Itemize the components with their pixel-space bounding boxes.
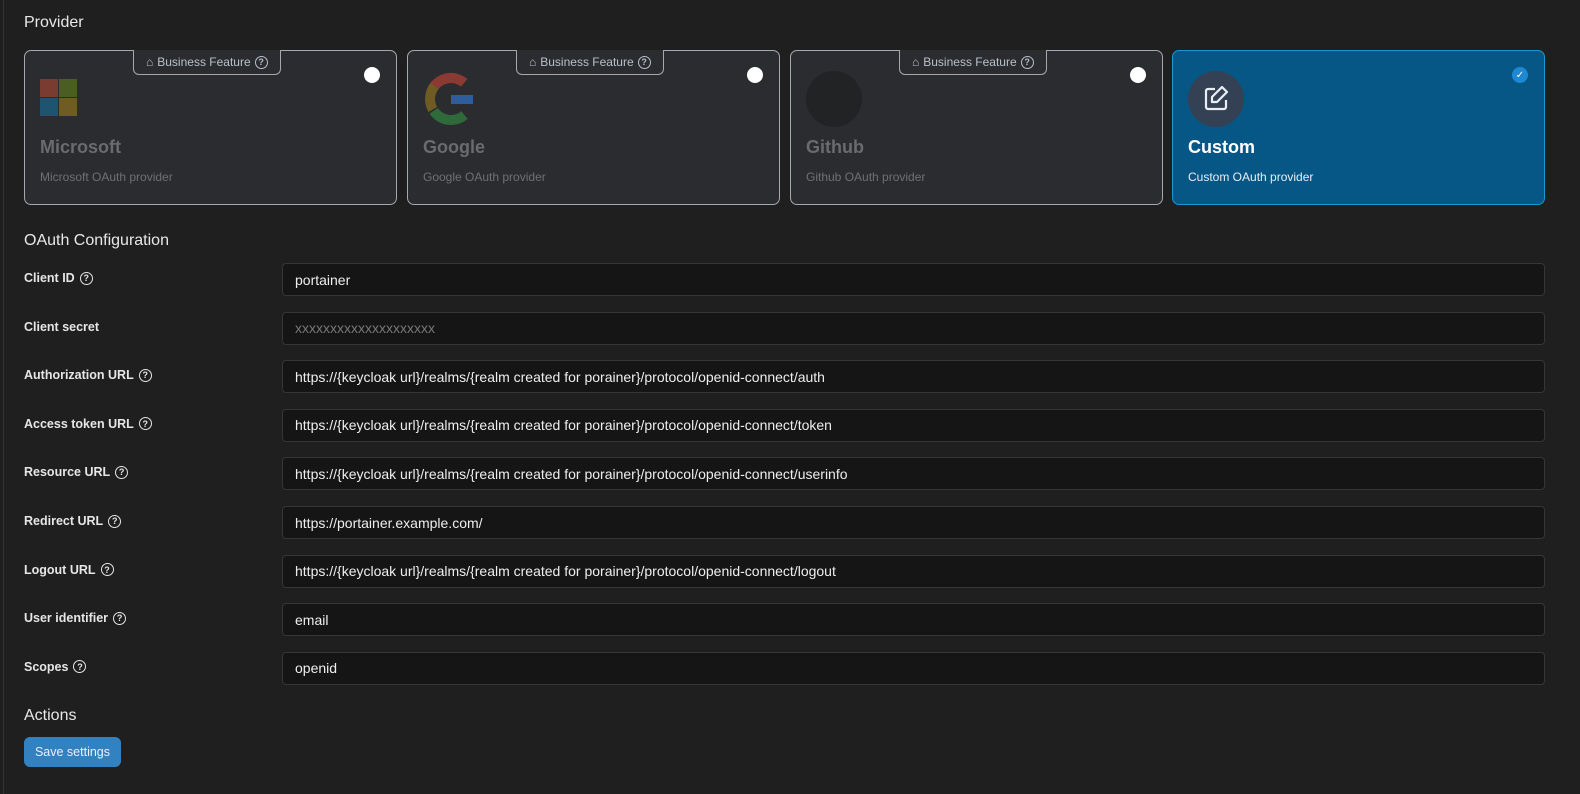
help-icon[interactable]: ?: [108, 514, 122, 528]
scopes-label: Scopes?: [24, 660, 87, 674]
edit-icon: [1188, 71, 1244, 127]
form-row: Client secret: [24, 311, 1545, 345]
business-feature-badge: ⌂ Business Feature?: [516, 50, 664, 75]
resource-url-input[interactable]: [282, 457, 1545, 491]
provider-card-microsoft[interactable]: ⌂ Business Feature? Microsoft Microsoft O…: [24, 50, 397, 205]
provider-card-github[interactable]: ⌂ Business Feature? Github Github OAuth p…: [790, 50, 1163, 205]
client-secret-input[interactable]: [282, 311, 1545, 345]
redirect-url-label: Redirect URL?: [24, 514, 122, 528]
form-row: Resource URL?: [24, 457, 1545, 491]
briefcase-icon: ⌂: [912, 55, 920, 69]
actions-heading: Actions: [24, 707, 77, 724]
card-description: Custom OAuth provider: [1188, 170, 1314, 184]
briefcase-icon: ⌂: [146, 55, 154, 69]
access-token-url-input[interactable]: [282, 408, 1545, 442]
card-title: Custom: [1188, 137, 1255, 157]
client-id-input[interactable]: [282, 263, 1545, 296]
checkmark-icon[interactable]: ✓: [1512, 67, 1528, 83]
redirect-url-input[interactable]: [282, 506, 1545, 539]
card-description: Microsoft OAuth provider: [40, 170, 173, 184]
help-icon[interactable]: ?: [254, 55, 268, 69]
card-title: Github: [806, 137, 864, 157]
github-logo-icon: [806, 71, 862, 127]
authorization-url-input[interactable]: [282, 360, 1545, 394]
form-row: User identifier?: [24, 603, 1545, 637]
card-description: Github OAuth provider: [806, 170, 926, 184]
provider-heading: Provider: [24, 14, 84, 31]
authorization-url-label: Authorization URL?: [24, 368, 152, 382]
scopes-input[interactable]: [282, 651, 1545, 685]
card-description: Google OAuth provider: [423, 170, 546, 184]
client-id-label: Client ID?: [24, 271, 93, 285]
form-row: Access token URL?: [24, 408, 1545, 442]
help-icon[interactable]: ?: [138, 417, 152, 431]
business-feature-badge: ⌂ Business Feature?: [133, 50, 281, 75]
form-row: Scopes?: [24, 651, 1545, 685]
provider-card-custom[interactable]: ✓ Custom Custom OAuth provider: [1172, 50, 1545, 205]
form-row: Authorization URL?: [24, 360, 1545, 394]
help-icon[interactable]: ?: [637, 55, 651, 69]
form-row: Client ID?: [24, 263, 1545, 296]
google-logo-icon: [425, 72, 478, 125]
business-feature-badge: ⌂ Business Feature?: [899, 50, 1047, 75]
microsoft-logo-icon: [40, 79, 77, 116]
radio-button[interactable]: [747, 67, 763, 83]
resource-url-label: Resource URL?: [24, 465, 129, 479]
help-icon[interactable]: ?: [138, 368, 152, 382]
provider-card-google[interactable]: ⌂ Business Feature? Google Google OAuth p…: [407, 50, 780, 205]
help-icon[interactable]: ?: [73, 660, 87, 674]
user-identifier-label: User identifier?: [24, 611, 127, 625]
help-icon[interactable]: ?: [100, 563, 114, 577]
help-icon[interactable]: ?: [79, 271, 93, 285]
radio-button[interactable]: [1130, 67, 1146, 83]
help-icon[interactable]: ?: [1020, 55, 1034, 69]
form-row: Redirect URL?: [24, 506, 1545, 539]
logout-url-input[interactable]: [282, 554, 1545, 588]
oauth-config-heading: OAuth Configuration: [24, 232, 169, 249]
help-icon[interactable]: ?: [113, 611, 127, 625]
access-token-url-label: Access token URL?: [24, 417, 152, 431]
left-border: [3, 0, 4, 794]
form-row: Logout URL?: [24, 554, 1545, 588]
client-secret-label: Client secret: [24, 319, 100, 334]
radio-button[interactable]: [364, 67, 380, 83]
card-title: Google: [423, 137, 485, 157]
user-identifier-input[interactable]: [282, 603, 1545, 637]
briefcase-icon: ⌂: [529, 55, 537, 69]
help-icon[interactable]: ?: [115, 465, 129, 479]
card-title: Microsoft: [40, 137, 121, 157]
save-settings-button[interactable]: Save settings: [24, 737, 121, 767]
logout-url-label: Logout URL?: [24, 563, 114, 577]
